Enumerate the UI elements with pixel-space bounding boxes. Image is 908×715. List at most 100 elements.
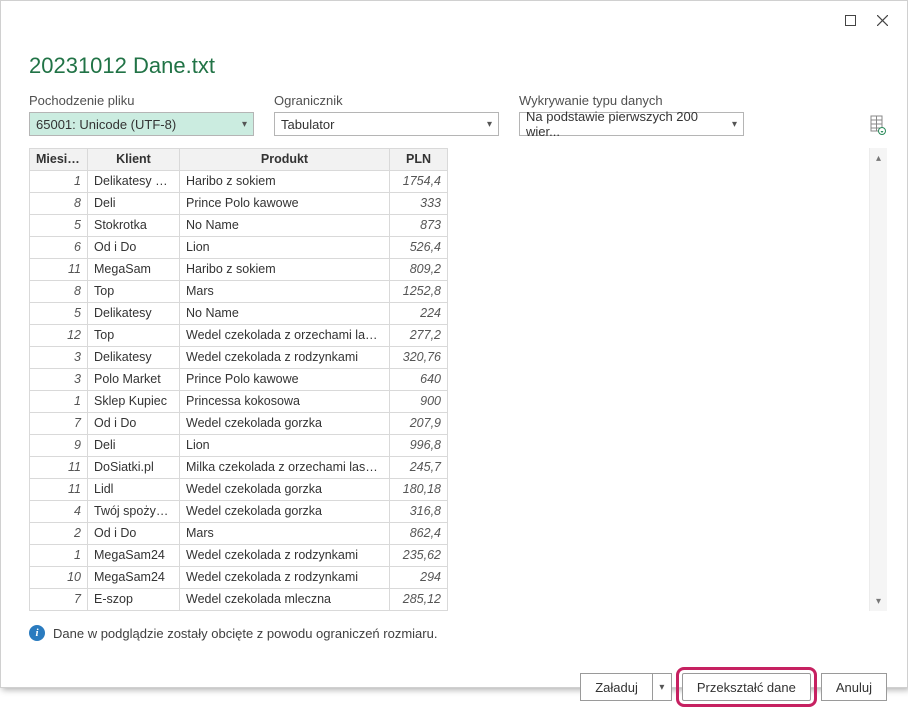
delimiter-dropdown[interactable]: Tabulator ▾ (274, 112, 499, 136)
table-cell: Delikatesy (88, 303, 180, 325)
table-cell: 11 (30, 457, 88, 479)
preview-table: Miesiąc Klient Produkt PLN 1Delikatesy P… (29, 148, 448, 611)
table-row: 3DelikatesyWedel czekolada z rodzynkami3… (30, 347, 448, 369)
col-client: Klient (88, 149, 180, 171)
info-icon: i (29, 625, 45, 641)
origin-label: Pochodzenie pliku (29, 93, 254, 108)
table-row: 8DeliPrince Polo kawowe333 (30, 193, 448, 215)
detect-label: Wykrywanie typu danych (519, 93, 744, 108)
table-cell: Princessa kokosowa (180, 391, 390, 413)
table-cell: Prince Polo kawowe (180, 369, 390, 391)
table-cell: Delikatesy Polo (88, 171, 180, 193)
table-cell: 1 (30, 171, 88, 193)
table-row: 5DelikatesyNo Name224 (30, 303, 448, 325)
dialog-window: 20231012 Dane.txt Pochodzenie pliku 6500… (0, 0, 908, 688)
table-cell: 900 (390, 391, 448, 413)
table-cell: Stokrotka (88, 215, 180, 237)
table-cell: Deli (88, 435, 180, 457)
table-row: 10MegaSam24Wedel czekolada z rodzynkami2… (30, 567, 448, 589)
table-cell: Deli (88, 193, 180, 215)
settings-icon[interactable] (869, 114, 887, 136)
table-cell: Wedel czekolada z rodzynkami (180, 567, 390, 589)
table-cell: 12 (30, 325, 88, 347)
chevron-down-icon: ▾ (732, 119, 737, 130)
cancel-button[interactable]: Anuluj (821, 673, 887, 701)
table-cell: Od i Do (88, 413, 180, 435)
load-dropdown-button[interactable]: ▾ (652, 673, 672, 701)
table-cell: 7 (30, 413, 88, 435)
table-cell: Top (88, 281, 180, 303)
table-cell: 11 (30, 259, 88, 281)
origin-dropdown[interactable]: 65001: Unicode (UTF-8) ▾ (29, 112, 254, 136)
table-cell: 8 (30, 193, 88, 215)
table-cell: Prince Polo kawowe (180, 193, 390, 215)
detect-dropdown[interactable]: Na podstawie pierwszych 200 wier... ▾ (519, 112, 744, 136)
table-row: 11LidlWedel czekolada gorzka180,18 (30, 479, 448, 501)
table-cell: 235,62 (390, 545, 448, 567)
titlebar (1, 1, 907, 39)
table-cell: 640 (390, 369, 448, 391)
table-cell: 180,18 (390, 479, 448, 501)
table-cell: DoSiatki.pl (88, 457, 180, 479)
table-cell: Lion (180, 435, 390, 457)
table-row: 1MegaSam24Wedel czekolada z rodzynkami23… (30, 545, 448, 567)
table-cell: Polo Market (88, 369, 180, 391)
table-cell: 1754,4 (390, 171, 448, 193)
table-row: 11DoSiatki.plMilka czekolada z orzechami… (30, 457, 448, 479)
table-row: 4Twój spożywczyWedel czekolada gorzka316… (30, 501, 448, 523)
info-text: Dane w podglądzie zostały obcięte z powo… (53, 626, 437, 641)
table-cell: 809,2 (390, 259, 448, 281)
table-cell: Wedel czekolada gorzka (180, 501, 390, 523)
table-cell: 6 (30, 237, 88, 259)
table-cell: MegaSam24 (88, 567, 180, 589)
detect-value: Na podstawie pierwszych 200 wier... (526, 109, 732, 139)
transform-data-button[interactable]: Przekształć dane (682, 673, 811, 701)
table-cell: 294 (390, 567, 448, 589)
table-row: 9DeliLion996,8 (30, 435, 448, 457)
load-button[interactable]: Załaduj (580, 673, 652, 701)
file-title: 20231012 Dane.txt (29, 53, 887, 79)
table-cell: 3 (30, 347, 88, 369)
table-cell: 873 (390, 215, 448, 237)
table-cell: Wedel czekolada gorzka (180, 479, 390, 501)
table-cell: 8 (30, 281, 88, 303)
table-cell: Wedel czekolada mleczna (180, 589, 390, 611)
col-pln: PLN (390, 149, 448, 171)
origin-value: 65001: Unicode (UTF-8) (36, 117, 176, 132)
close-icon[interactable] (869, 7, 895, 33)
table-row: 7Od i DoWedel czekolada gorzka207,9 (30, 413, 448, 435)
table-cell: Milka czekolada z orzechami laskowymi (180, 457, 390, 479)
table-cell: 4 (30, 501, 88, 523)
table-cell: 526,4 (390, 237, 448, 259)
table-row: 5StokrotkaNo Name873 (30, 215, 448, 237)
table-cell: 5 (30, 215, 88, 237)
table-cell: No Name (180, 303, 390, 325)
table-cell: Wedel czekolada z rodzynkami (180, 347, 390, 369)
maximize-icon[interactable] (837, 7, 863, 33)
table-row: 1Delikatesy PoloHaribo z sokiem1754,4 (30, 171, 448, 193)
scroll-down-arrow-icon[interactable]: ▾ (872, 594, 886, 608)
table-cell: No Name (180, 215, 390, 237)
table-cell: 9 (30, 435, 88, 457)
table-cell: Wedel czekolada z orzechami laskowymi (180, 325, 390, 347)
table-cell: Mars (180, 281, 390, 303)
delimiter-value: Tabulator (281, 117, 334, 132)
table-cell: E-szop (88, 589, 180, 611)
table-cell: Lion (180, 237, 390, 259)
table-cell: 320,76 (390, 347, 448, 369)
table-cell: Lidl (88, 479, 180, 501)
table-cell: 245,7 (390, 457, 448, 479)
table-cell: Wedel czekolada gorzka (180, 413, 390, 435)
info-bar: i Dane w podglądzie zostały obcięte z po… (29, 625, 887, 641)
table-cell: 5 (30, 303, 88, 325)
chevron-down-icon: ▾ (659, 682, 664, 693)
table-cell: 11 (30, 479, 88, 501)
scroll-up-arrow-icon[interactable]: ▴ (872, 151, 886, 165)
table-cell: Od i Do (88, 237, 180, 259)
table-cell: 862,4 (390, 523, 448, 545)
table-row: 11MegaSamHaribo z sokiem809,2 (30, 259, 448, 281)
vertical-scrollbar[interactable]: ▴ ▾ (869, 148, 887, 611)
table-cell: 207,9 (390, 413, 448, 435)
table-cell: Delikatesy (88, 347, 180, 369)
table-cell: 285,12 (390, 589, 448, 611)
